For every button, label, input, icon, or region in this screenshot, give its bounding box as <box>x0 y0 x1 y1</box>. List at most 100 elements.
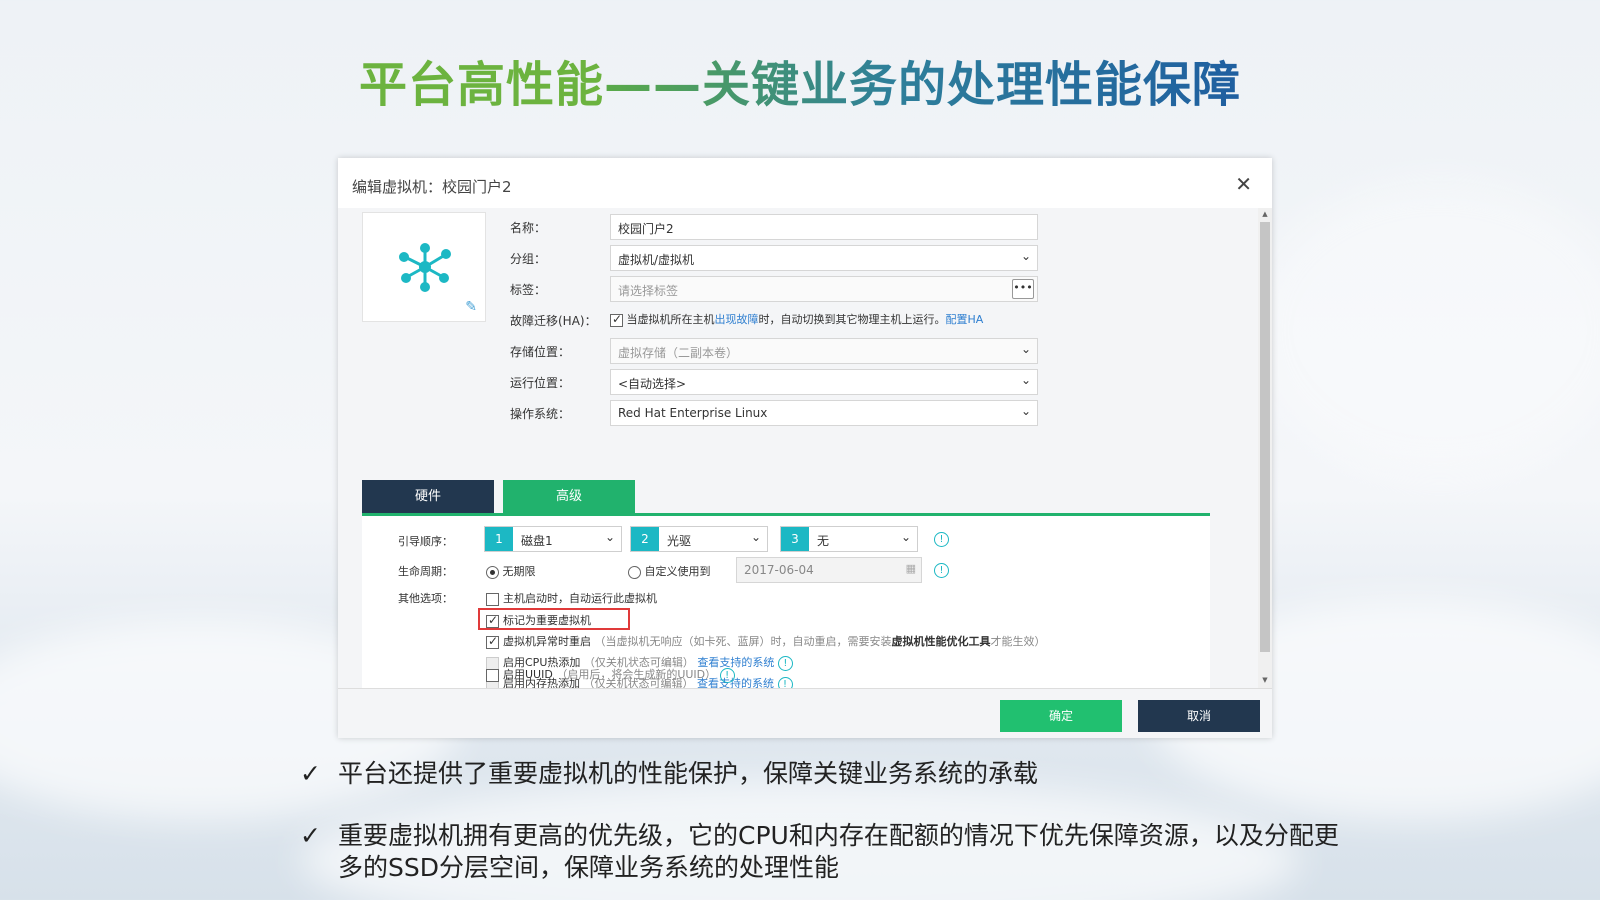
uuid-checkbox[interactable] <box>486 668 499 682</box>
chevron-down-icon: ⌄ <box>604 530 615 544</box>
tag-input[interactable]: 请选择标签 ••• <box>610 276 1038 302</box>
tab-advanced[interactable]: 高级 <box>503 480 635 513</box>
opt-important[interactable]: 标记为重要虚拟机 <box>486 612 591 628</box>
edit-vm-dialog: 编辑虚拟机：校园门户2 ✕ ✎ 名称： 校园门户2 分组： 虚拟机/虚拟机 ⌄ … <box>338 158 1272 738</box>
close-icon[interactable]: ✕ <box>1235 172 1252 196</box>
info-icon[interactable]: ! <box>719 667 735 683</box>
dialog-footer: 确定 取消 <box>338 688 1272 738</box>
life-unlimited-option[interactable]: 无期限 <box>486 563 536 579</box>
cancel-button[interactable]: 取消 <box>1138 700 1260 732</box>
other-label: 其他选项： <box>398 592 453 605</box>
restart-hint-b: 才能生效） <box>990 635 1046 648</box>
ha-label: 故障迁移(HA)： <box>510 314 597 328</box>
slide-title: 平台高性能——关键业务的处理性能保障 <box>0 45 1600 115</box>
important-label: 标记为重要虚拟机 <box>503 614 591 627</box>
run-select[interactable]: <自动选择> ⌄ <box>610 369 1038 395</box>
check-icon: ✓ <box>300 821 321 850</box>
opt-uuid[interactable]: 启用UUID （启用后，将会生成新的UUID） ! <box>486 666 735 683</box>
os-label: 操作系统： <box>510 407 571 421</box>
storage-select[interactable]: 虚拟存储（二副本卷） ⌄ <box>610 338 1038 364</box>
ok-button[interactable]: 确定 <box>1000 700 1122 732</box>
ha-text-a: 当虚拟机所在主机 <box>626 313 715 326</box>
life-custom-option[interactable]: 自定义使用到 <box>628 563 711 579</box>
boot-num: 3 <box>781 527 809 551</box>
title-part2: ——关键业务的处理性能保障 <box>604 57 1242 113</box>
scrollbar[interactable]: ▲ ▼ <box>1258 208 1272 688</box>
life-date-value: 2017-06-04 <box>744 563 814 577</box>
calendar-icon[interactable]: ▦ <box>906 562 916 575</box>
life-custom-radio[interactable] <box>628 565 641 579</box>
info-icon[interactable]: ! <box>934 563 949 578</box>
os-value: Red Hat Enterprise Linux <box>618 406 768 420</box>
storage-value: 虚拟存储（二副本卷） <box>618 346 739 360</box>
tab-hardware[interactable]: 硬件 <box>362 480 494 513</box>
name-input[interactable]: 校园门户2 <box>610 214 1038 240</box>
ha-option: 当虚拟机所在主机出现故障时，自动切换到其它物理主机上运行。配置HA <box>610 311 983 327</box>
advanced-panel: 引导顺序： 1 磁盘1 ⌄ 2 光驱 ⌄ 3 无 ⌄ ! 生命周期： 无期限 自… <box>362 516 1210 688</box>
restart-checkbox[interactable] <box>486 634 499 649</box>
run-value: <自动选择> <box>618 377 687 391</box>
restart-hint-a: （当虚拟机无响应（如卡死、蓝屏）时，自动重启，需要安装 <box>594 635 892 648</box>
info-icon[interactable]: ! <box>777 655 793 671</box>
boot-value: 磁盘1 <box>521 534 553 548</box>
opt-restart[interactable]: 虚拟机异常时重启 （当虚拟机无响应（如卡死、蓝屏）时，自动重启，需要安装虚拟机性… <box>486 633 1046 649</box>
opt-autostart[interactable]: 主机启动时，自动运行此虚拟机 <box>486 590 657 606</box>
bullet-text: 平台还提供了重要虚拟机的性能保护，保障关键业务系统的承载 <box>338 759 1039 788</box>
autostart-label: 主机启动时，自动运行此虚拟机 <box>503 592 657 605</box>
dialog-title: 编辑虚拟机：校园门户2 <box>352 178 512 196</box>
dialog-header: 编辑虚拟机：校园门户2 ✕ <box>338 158 1272 208</box>
boot-select-1[interactable]: 1 磁盘1 ⌄ <box>484 526 622 552</box>
restart-label: 虚拟机异常时重启 <box>503 635 591 648</box>
name-label: 名称： <box>510 221 547 235</box>
boot-value: 无 <box>817 534 830 548</box>
boot-value: 光驱 <box>667 534 692 548</box>
chevron-down-icon: ⌄ <box>900 530 911 544</box>
boot-label: 引导顺序： <box>398 535 453 548</box>
life-custom-label: 自定义使用到 <box>644 565 711 578</box>
boot-select-2[interactable]: 2 光驱 ⌄ <box>630 526 768 552</box>
group-label: 分组： <box>510 252 547 266</box>
check-icon: ✓ <box>300 759 321 788</box>
ha-fault-link[interactable]: 出现故障 <box>715 313 759 326</box>
bullet-text: 重要虚拟机拥有更高的优先级，它的CPU和内存在配额的情况下优先保障资源，以及分配… <box>338 821 1339 882</box>
storage-label: 存储位置： <box>510 345 571 359</box>
edit-icon[interactable]: ✎ <box>465 299 477 315</box>
uuid-label: 启用UUID <box>503 668 553 681</box>
info-icon[interactable]: ! <box>777 676 793 688</box>
dialog-body: ✎ 名称： 校园门户2 分组： 虚拟机/虚拟机 ⌄ 标签： 请选择标签 ••• … <box>338 208 1272 688</box>
chevron-down-icon: ⌄ <box>1020 373 1031 387</box>
life-label: 生命周期： <box>398 565 453 578</box>
tab-bar: 硬件 高级 <box>362 480 1210 516</box>
tag-placeholder: 请选择标签 <box>618 284 679 298</box>
ha-text-b: 时，自动切换到其它物理主机上运行。 <box>758 313 946 326</box>
uuid-hint: （启用后，将会生成新的UUID） <box>556 668 717 681</box>
scroll-thumb[interactable] <box>1260 222 1270 652</box>
cloud-decor <box>1250 180 1600 480</box>
config-ha-link[interactable]: 配置HA <box>946 313 984 326</box>
vm-avatar: ✎ <box>362 212 486 322</box>
important-checkbox[interactable] <box>486 613 499 628</box>
boot-num: 2 <box>631 527 659 551</box>
run-label: 运行位置： <box>510 376 571 390</box>
group-select[interactable]: 虚拟机/虚拟机 ⌄ <box>610 245 1038 271</box>
chevron-down-icon: ⌄ <box>1020 404 1031 418</box>
chevron-down-icon: ⌄ <box>750 530 761 544</box>
more-icon[interactable]: ••• <box>1012 279 1034 299</box>
scroll-up-icon[interactable]: ▲ <box>1260 210 1270 220</box>
ha-checkbox[interactable] <box>610 312 623 327</box>
group-value: 虚拟机/虚拟机 <box>618 253 695 267</box>
title-part1: 平台高性能 <box>358 57 604 113</box>
life-unlimited-label: 无期限 <box>502 565 536 578</box>
life-date-input[interactable]: 2017-06-04 ▦ <box>736 557 922 583</box>
vm-network-icon <box>399 243 451 292</box>
boot-select-3[interactable]: 3 无 ⌄ <box>780 526 918 552</box>
scroll-down-icon[interactable]: ▼ <box>1260 676 1270 686</box>
restart-hint-bold: 虚拟机性能优化工具 <box>891 635 991 648</box>
autostart-checkbox[interactable] <box>486 592 499 606</box>
chevron-down-icon: ⌄ <box>1020 342 1031 356</box>
boot-num: 1 <box>485 527 513 551</box>
os-select[interactable]: Red Hat Enterprise Linux ⌄ <box>610 400 1038 426</box>
life-unlimited-radio[interactable] <box>486 565 499 579</box>
info-icon[interactable]: ! <box>934 532 949 547</box>
chevron-down-icon: ⌄ <box>1020 249 1031 263</box>
